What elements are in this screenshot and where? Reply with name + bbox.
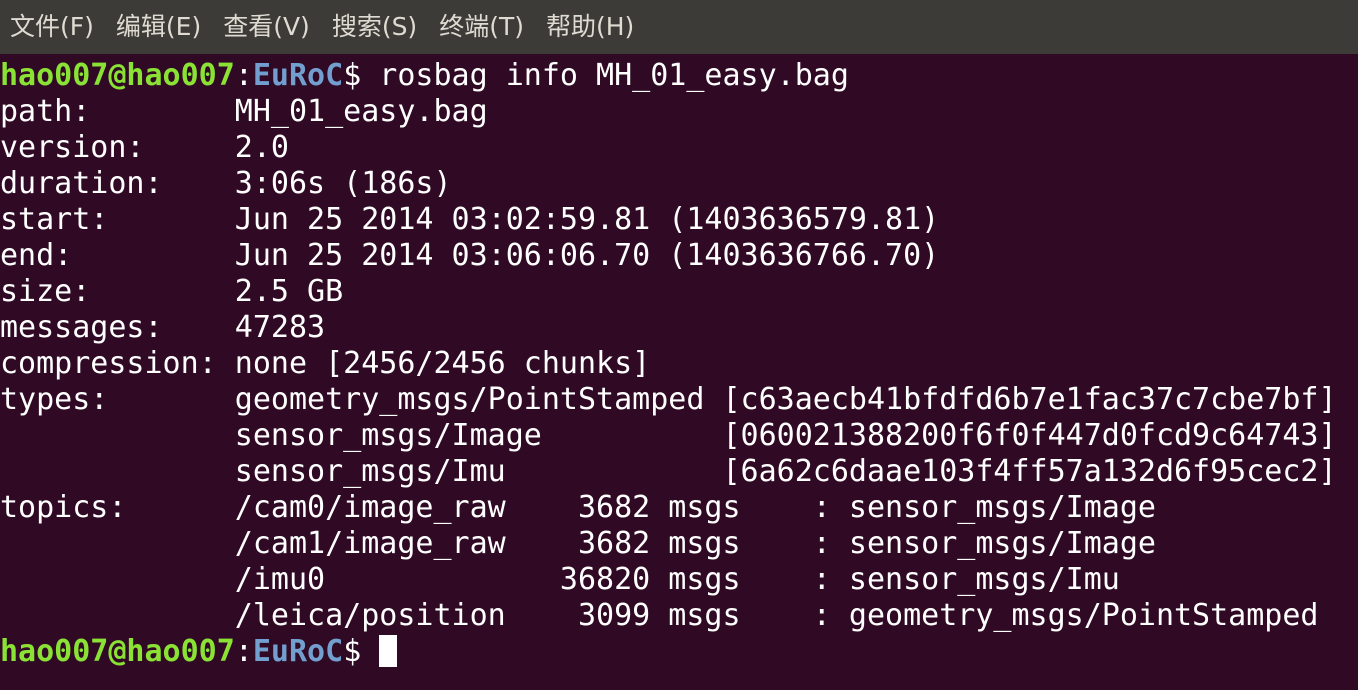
terminal-window: 文件(F) 编辑(E) 查看(V) 搜索(S) 终端(T) 帮助(H) hao0…: [0, 0, 1358, 690]
terminal-content[interactable]: hao007@hao007:EuRoC$ rosbag info MH_01_e…: [0, 58, 1358, 690]
output-duration: duration: 3:06s (186s): [0, 166, 452, 201]
prompt-cwd: EuRoC: [252, 58, 344, 93]
output-version: version: 2.0: [0, 130, 289, 165]
prompt-symbol: $: [343, 58, 362, 93]
output-topics-3: /imu0 36820 msgs : sensor_msgs/Imu: [0, 562, 1120, 597]
menu-terminal[interactable]: 终端(T): [428, 0, 535, 54]
command-line: hao007@hao007:EuRoC$ rosbag info MH_01_e…: [0, 58, 849, 94]
output-topics-4: /leica/position 3099 msgs : geometry_msg…: [0, 598, 1319, 633]
output-topics-2: /cam1/image_raw 3682 msgs : sensor_msgs/…: [0, 526, 1156, 561]
prompt-symbol-2: $: [343, 634, 362, 669]
prompt-userhost-2: hao007@hao007: [0, 634, 235, 669]
menu-file[interactable]: 文件(F): [0, 0, 105, 54]
output-topics-1: topics: /cam0/image_raw 3682 msgs : sens…: [0, 490, 1156, 525]
menu-help[interactable]: 帮助(H): [535, 0, 645, 54]
menu-view[interactable]: 查看(V): [212, 0, 321, 54]
menu-bar: 文件(F) 编辑(E) 查看(V) 搜索(S) 终端(T) 帮助(H): [0, 0, 1358, 54]
menu-search[interactable]: 搜索(S): [321, 0, 428, 54]
text-cursor[interactable]: [379, 635, 398, 667]
output-messages: messages: 47283: [0, 310, 326, 345]
output-size: size: 2.5 GB: [0, 274, 344, 309]
output-types-2: sensor_msgs/Image [060021388200f6f0f447d…: [0, 418, 1337, 453]
prompt-separator-2: :: [234, 634, 253, 669]
output-compression: compression: none [2456/2456 chunks]: [0, 346, 651, 381]
prompt-line: hao007@hao007:EuRoC$: [0, 634, 398, 670]
output-types-3: sensor_msgs/Imu [6a62c6daae103f4ff57a132…: [0, 454, 1337, 489]
output-types-1: types: geometry_msgs/PointStamped [c63ae…: [0, 382, 1337, 417]
prompt-cwd-2: EuRoC: [252, 634, 344, 669]
output-path: path: MH_01_easy.bag: [0, 94, 488, 129]
output-end: end: Jun 25 2014 03:06:06.70 (1403636766…: [0, 238, 940, 273]
menu-edit[interactable]: 编辑(E): [105, 0, 212, 54]
command-text: rosbag info MH_01_easy.bag: [361, 58, 849, 93]
output-start: start: Jun 25 2014 03:02:59.81 (14036365…: [0, 202, 940, 237]
prompt-separator: :: [234, 58, 253, 93]
prompt-userhost: hao007@hao007: [0, 58, 235, 93]
